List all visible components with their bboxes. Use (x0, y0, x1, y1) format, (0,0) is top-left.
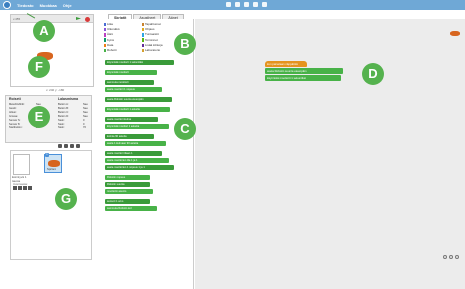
sprite-name: Sprite1 (47, 167, 56, 171)
palette-block[interactable]: aseta moottorien tila 1 ja 1 (105, 158, 169, 163)
script-area[interactable]: kun painetaan näppäintä aseta Robotin su… (195, 19, 465, 289)
palette-block[interactable]: moottorin asento (105, 189, 153, 194)
palette-block[interactable]: aseta 1 kulmaan 90 astetta (105, 141, 167, 146)
zoom-reset-icon[interactable] (449, 255, 453, 259)
upload-icon[interactable] (23, 186, 27, 190)
palette-block[interactable]: aseta moottori tilaan 1 (105, 151, 163, 156)
palette-block[interactable]: käynnistä moottorit 1 askelta (105, 107, 171, 112)
toolbar-icons (226, 2, 267, 7)
sprite-list: Esiintyvä 1 tausta Sprite1 1 Uusi tausta… (10, 150, 92, 260)
camera-icon[interactable] (76, 144, 80, 148)
current-sprite-icon (450, 31, 460, 36)
app-logo-icon[interactable] (3, 1, 11, 9)
category-item[interactable]: Laboratorio (142, 48, 160, 53)
zoom-out-icon[interactable] (443, 255, 447, 259)
brush-icon[interactable] (18, 186, 22, 190)
stop-icon[interactable] (85, 17, 90, 22)
category-item[interactable]: Robotti (104, 48, 117, 53)
camera-icon[interactable] (28, 186, 32, 190)
palette-block[interactable]: käynnistä moottorit 1 sekuntiksi (105, 60, 175, 65)
info-left-labels: Meterbisbhitt: Gesitt: Ioltusi: Grosse: … (9, 103, 25, 130)
grow-icon[interactable] (244, 2, 249, 7)
palette-block[interactable]: aseta moottorien 1 nopeus 1 ja 1 (105, 165, 175, 170)
palette-block[interactable]: aseta Robotin suunta eteenpäin (105, 97, 172, 102)
marker-d: D (362, 63, 384, 85)
help-icon[interactable] (262, 2, 267, 7)
info-col-lab: Lalasmisma (58, 97, 79, 101)
sprite-number-badge: 1 (45, 153, 49, 157)
marker-g: G (55, 188, 77, 210)
stage-coords: x: 240 y: -180 (46, 88, 65, 92)
info-row: Startbutton: (9, 126, 23, 130)
palette-block[interactable]: käynnistä moottorit (105, 70, 157, 75)
shrink-icon[interactable] (253, 2, 258, 7)
info-row: Stein: (58, 126, 65, 130)
palette-block[interactable]: Robotin suunta (105, 182, 150, 187)
palette-block[interactable]: kulmia 90 astetta (105, 134, 154, 139)
marker-c: C (174, 118, 196, 140)
marker-b: B (174, 33, 196, 55)
script-hat-block[interactable]: kun painetaan näppäintä (265, 61, 307, 67)
backdrop-tools (13, 186, 32, 190)
info-col-robot: Roiseti (9, 97, 21, 101)
upload-icon[interactable] (70, 144, 74, 148)
backdrop-tile[interactable] (13, 154, 30, 175)
palette-block[interactable]: käynnistä moottori 1 askelta (105, 124, 169, 129)
menu-file[interactable]: Tiedosto (17, 3, 34, 8)
sprite-image (48, 160, 60, 167)
delete-icon[interactable] (235, 2, 240, 7)
paint-backdrop-icon[interactable] (13, 186, 17, 190)
marker-f: F (28, 56, 50, 78)
script-block[interactable]: käynnistä moottorit 1 sekuntiksi (265, 75, 341, 81)
menu-help[interactable]: Ohje (63, 3, 72, 8)
info-value: 70 (83, 126, 86, 130)
zoom-in-icon[interactable] (455, 255, 459, 259)
palette-block[interactable]: aseta moottori kulma (105, 117, 158, 122)
stage-header: v.455 (11, 15, 93, 23)
duplicate-icon[interactable] (226, 2, 231, 7)
paint-sprite-icon[interactable] (58, 144, 62, 148)
marker-a: A (33, 20, 55, 42)
brush-icon[interactable] (64, 144, 68, 148)
info-mid-labels: Button A: Button B: Button C: Button D: … (58, 103, 69, 130)
palette-block[interactable]: Robotin nopeus (105, 175, 150, 180)
sprite-tools (58, 144, 80, 148)
palette-block[interactable]: sammuta Robotin led (105, 206, 157, 211)
marker-e: E (28, 106, 50, 128)
info-right-values: Nee Nee Nee Nee 0 0 70 (83, 103, 88, 130)
palette-block[interactable]: aseta moottori 1 nopeus (105, 87, 163, 92)
script-block[interactable]: aseta Robotin suunta eteenpäin (265, 68, 343, 74)
zoom-controls (443, 255, 459, 259)
block-palette: Liike Ulkonäkö Ääni Kynä Data Robotti Tapahtum… (97, 19, 194, 289)
version-label: v.455 (13, 16, 21, 21)
palette-block[interactable]: sammuta moottorit (105, 80, 154, 85)
menu-edit[interactable]: Muokkaa (40, 3, 57, 8)
menu-bar: Tiedosto Muokkaa Ohje (0, 0, 465, 10)
palette-block[interactable]: sensori 1 arvo (105, 199, 150, 204)
